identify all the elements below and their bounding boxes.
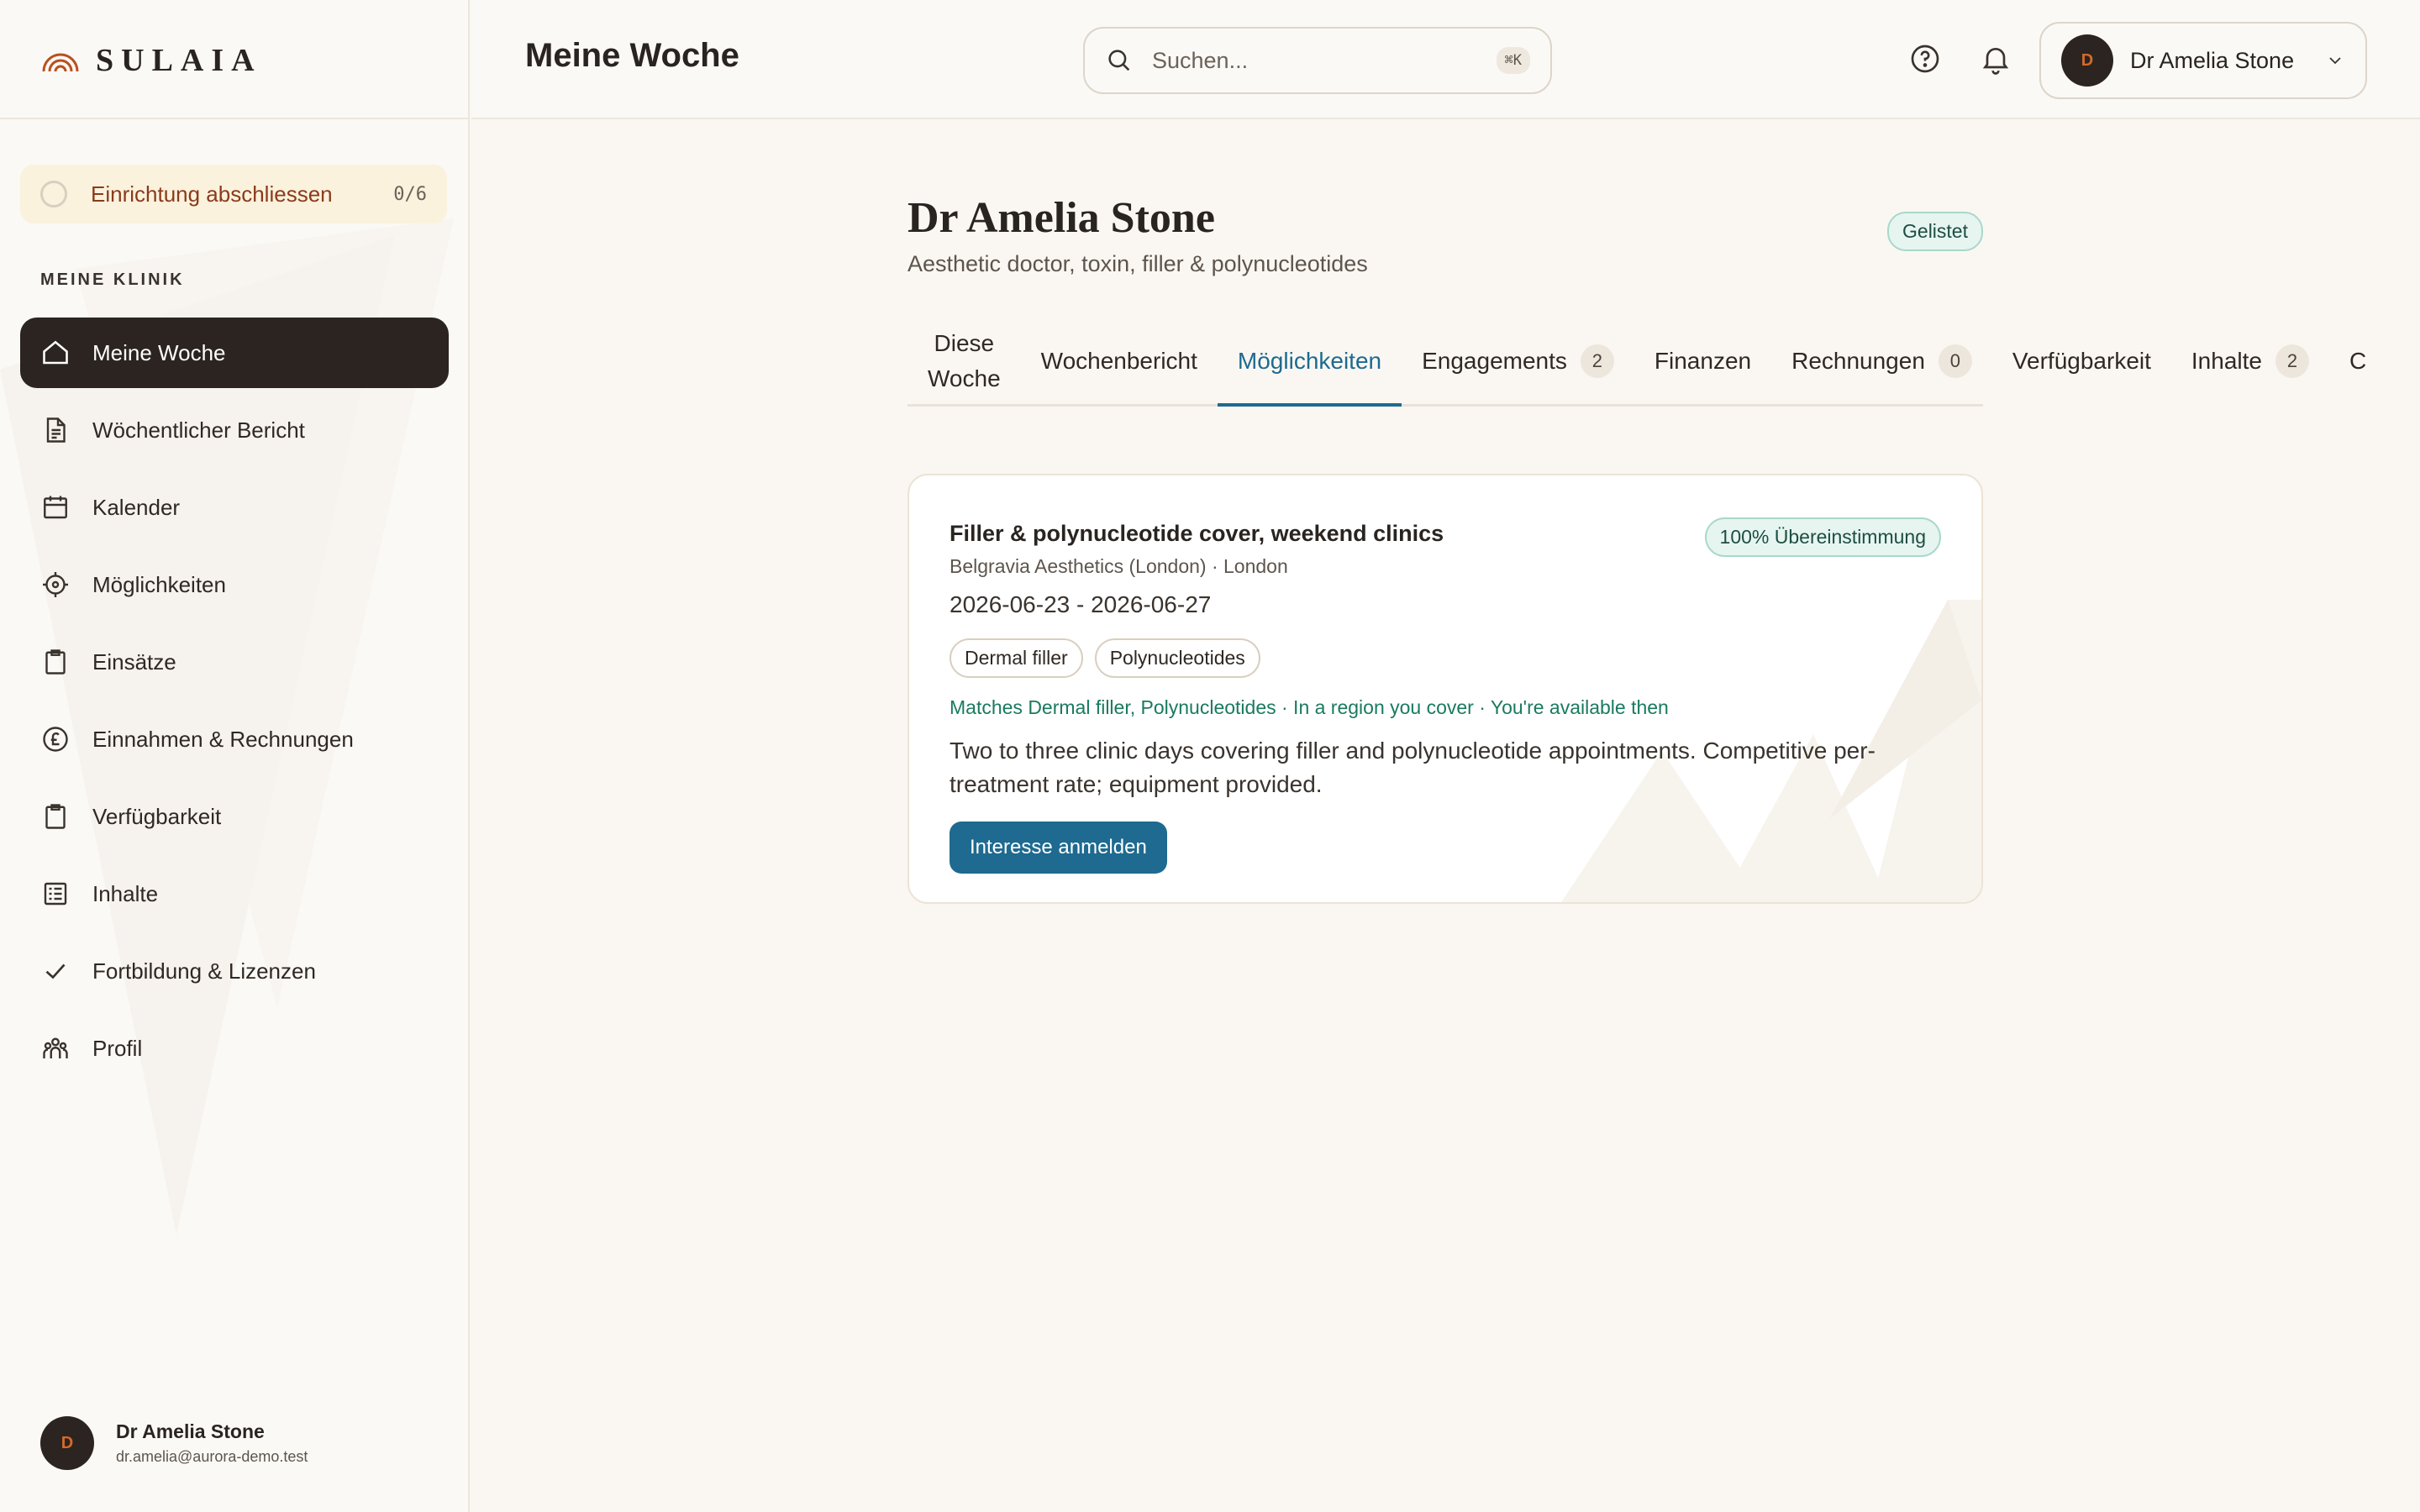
setup-label: Einrichtung abschliessen	[91, 181, 333, 207]
profile-subtitle: Aesthetic doctor, toxin, filler & polynu…	[908, 251, 1368, 276]
tab-label: Wochenbericht	[1040, 347, 1197, 374]
user-email: dr.amelia@aurora-demo.test	[116, 1448, 308, 1465]
sidebar-nav: Meine Woche Wöchentlicher Bericht Kalend…	[20, 318, 449, 1090]
list-icon	[44, 882, 67, 906]
avatar: D	[2061, 34, 2113, 87]
tab-label: Inhalte	[2191, 347, 2262, 374]
tab-verfuegbarkeit[interactable]: Verfügbarkeit	[1992, 318, 2171, 404]
page-title: Meine Woche	[525, 37, 739, 74]
sun-logo-icon	[42, 53, 79, 72]
tab-count-badge: 2	[2275, 344, 2309, 378]
tag-chip: Dermal filler	[950, 638, 1083, 678]
chevron-down-icon	[2329, 57, 2341, 65]
status-badge: Gelistet	[1887, 212, 1983, 251]
avatar: D	[40, 1416, 94, 1470]
divider	[0, 118, 468, 119]
sidebar-item-label: Einsätze	[92, 648, 176, 675]
profile-header: Dr Amelia Stone Aesthetic doctor, toxin,…	[908, 193, 1983, 277]
sidebar-item-inhalte[interactable]: Inhalte	[20, 858, 449, 929]
tab-label: Finanzen	[1654, 347, 1752, 374]
tab-overflow[interactable]: C	[2329, 318, 2386, 404]
tab-engagements[interactable]: Engagements 2	[1402, 318, 1634, 404]
search-bar[interactable]: ⌘K	[1083, 27, 1552, 94]
tab-label: C	[2349, 347, 2367, 374]
sidebar-item-fortbildung[interactable]: Fortbildung & Lizenzen	[20, 936, 449, 1006]
section-label: MEINE KLINIK	[40, 270, 185, 289]
sidebar-item-label: Wöchentlicher Bericht	[92, 417, 305, 443]
tab-diese-woche[interactable]: Diese Woche	[908, 318, 1021, 404]
sidebar-item-label: Fortbildung & Lizenzen	[92, 958, 316, 984]
tab-finanzen[interactable]: Finanzen	[1634, 318, 1771, 404]
sidebar: SULAIA Einrichtung abschliessen 0/6 MEIN…	[0, 0, 470, 1512]
sidebar-item-profil[interactable]: Profil	[20, 1013, 449, 1084]
brand-logo[interactable]: SULAIA	[40, 40, 262, 81]
tab-label: Rechnungen	[1791, 347, 1925, 374]
sidebar-item-einnahmen[interactable]: Einnahmen & Rechnungen	[20, 704, 449, 774]
tab-rechnungen[interactable]: Rechnungen 0	[1771, 318, 1992, 404]
top-header: Meine Woche ⌘K D Dr Amelia Stone	[471, 0, 2420, 119]
search-icon	[1108, 50, 1130, 71]
sidebar-item-label: Profil	[92, 1035, 143, 1061]
match-reasons: Matches Dermal filler, Polynucleotides ·…	[950, 696, 1669, 718]
opportunity-dates: 2026-06-23 - 2026-06-27	[950, 591, 1212, 617]
sidebar-item-label: Möglichkeiten	[92, 571, 226, 597]
profile-tabs: Diese Woche Wochenbericht Möglichkeiten …	[908, 318, 2366, 407]
tag-chip: Polynucleotides	[1094, 638, 1260, 678]
sidebar-item-bericht[interactable]: Wöchentlicher Bericht	[20, 395, 449, 465]
tab-label: Engagements	[1422, 347, 1567, 374]
people-icon	[43, 1037, 68, 1058]
document-icon	[46, 417, 66, 443]
sidebar-item-label: Meine Woche	[92, 339, 226, 365]
sidebar-item-label: Verfügbarkeit	[92, 803, 222, 829]
brand-name: SULAIA	[96, 43, 262, 78]
sidebar-user[interactable]: D Dr Amelia Stone dr.amelia@aurora-demo.…	[40, 1416, 308, 1470]
shortcut-badge: ⌘K	[1496, 47, 1530, 74]
sidebar-item-einsaetze[interactable]: Einsätze	[20, 627, 449, 697]
tab-inhalte[interactable]: Inhalte 2	[2171, 318, 2329, 404]
tab-wochenbericht[interactable]: Wochenbericht	[1021, 318, 1218, 404]
express-interest-button[interactable]: Interesse anmelden	[950, 822, 1167, 874]
check-icon	[45, 963, 66, 979]
sidebar-item-kalender[interactable]: Kalender	[20, 472, 449, 543]
clipboard-icon	[45, 804, 66, 829]
opportunity-title: Filler & polynucleotide cover, weekend c…	[950, 521, 1444, 546]
sidebar-item-label: Einnahmen & Rechnungen	[92, 726, 354, 752]
sidebar-item-label: Kalender	[92, 494, 181, 520]
tab-label: Möglichkeiten	[1237, 347, 1382, 374]
sidebar-item-verfuegbarkeit[interactable]: Verfügbarkeit	[20, 781, 449, 852]
tab-label: Verfügbarkeit	[2012, 347, 2151, 374]
home-icon	[43, 340, 68, 365]
tab-count-badge: 2	[1580, 344, 1614, 378]
opportunity-card: 100% Übereinstimmung Filler & polynucleo…	[908, 474, 1983, 904]
target-icon	[43, 572, 68, 597]
progress-circle-icon	[40, 181, 67, 207]
pound-icon	[43, 727, 68, 752]
bell-icon[interactable]	[1979, 42, 2012, 76]
sidebar-item-meine-woche[interactable]: Meine Woche	[20, 318, 449, 388]
clipboard-icon	[45, 649, 66, 675]
setup-progress-button[interactable]: Einrichtung abschliessen 0/6	[20, 165, 447, 223]
tab-moeglichkeiten[interactable]: Möglichkeiten	[1217, 318, 1402, 407]
tab-label: Diese	[934, 329, 995, 356]
help-icon[interactable]	[1908, 42, 1942, 76]
profile-name: Dr Amelia Stone	[908, 194, 1215, 242]
tab-count-badge: 0	[1938, 344, 1972, 378]
opportunity-description: Two to three clinic days covering filler…	[950, 738, 1876, 797]
tab-label: Woche	[928, 365, 1001, 391]
sidebar-item-label: Inhalte	[92, 880, 159, 906]
opportunity-clinic: Belgravia Aesthetics (London) · London	[950, 555, 1288, 577]
user-menu-button[interactable]: D Dr Amelia Stone	[2039, 22, 2367, 99]
calendar-icon	[44, 496, 67, 519]
user-name: Dr Amelia Stone	[116, 1420, 265, 1442]
sidebar-item-moeglichkeiten[interactable]: Möglichkeiten	[20, 549, 449, 620]
search-input[interactable]	[1152, 47, 1497, 74]
user-menu-name: Dr Amelia Stone	[2130, 47, 2295, 73]
tag-list: Dermal filler Polynucleotides	[950, 638, 1944, 678]
setup-count: 0/6	[393, 183, 427, 205]
